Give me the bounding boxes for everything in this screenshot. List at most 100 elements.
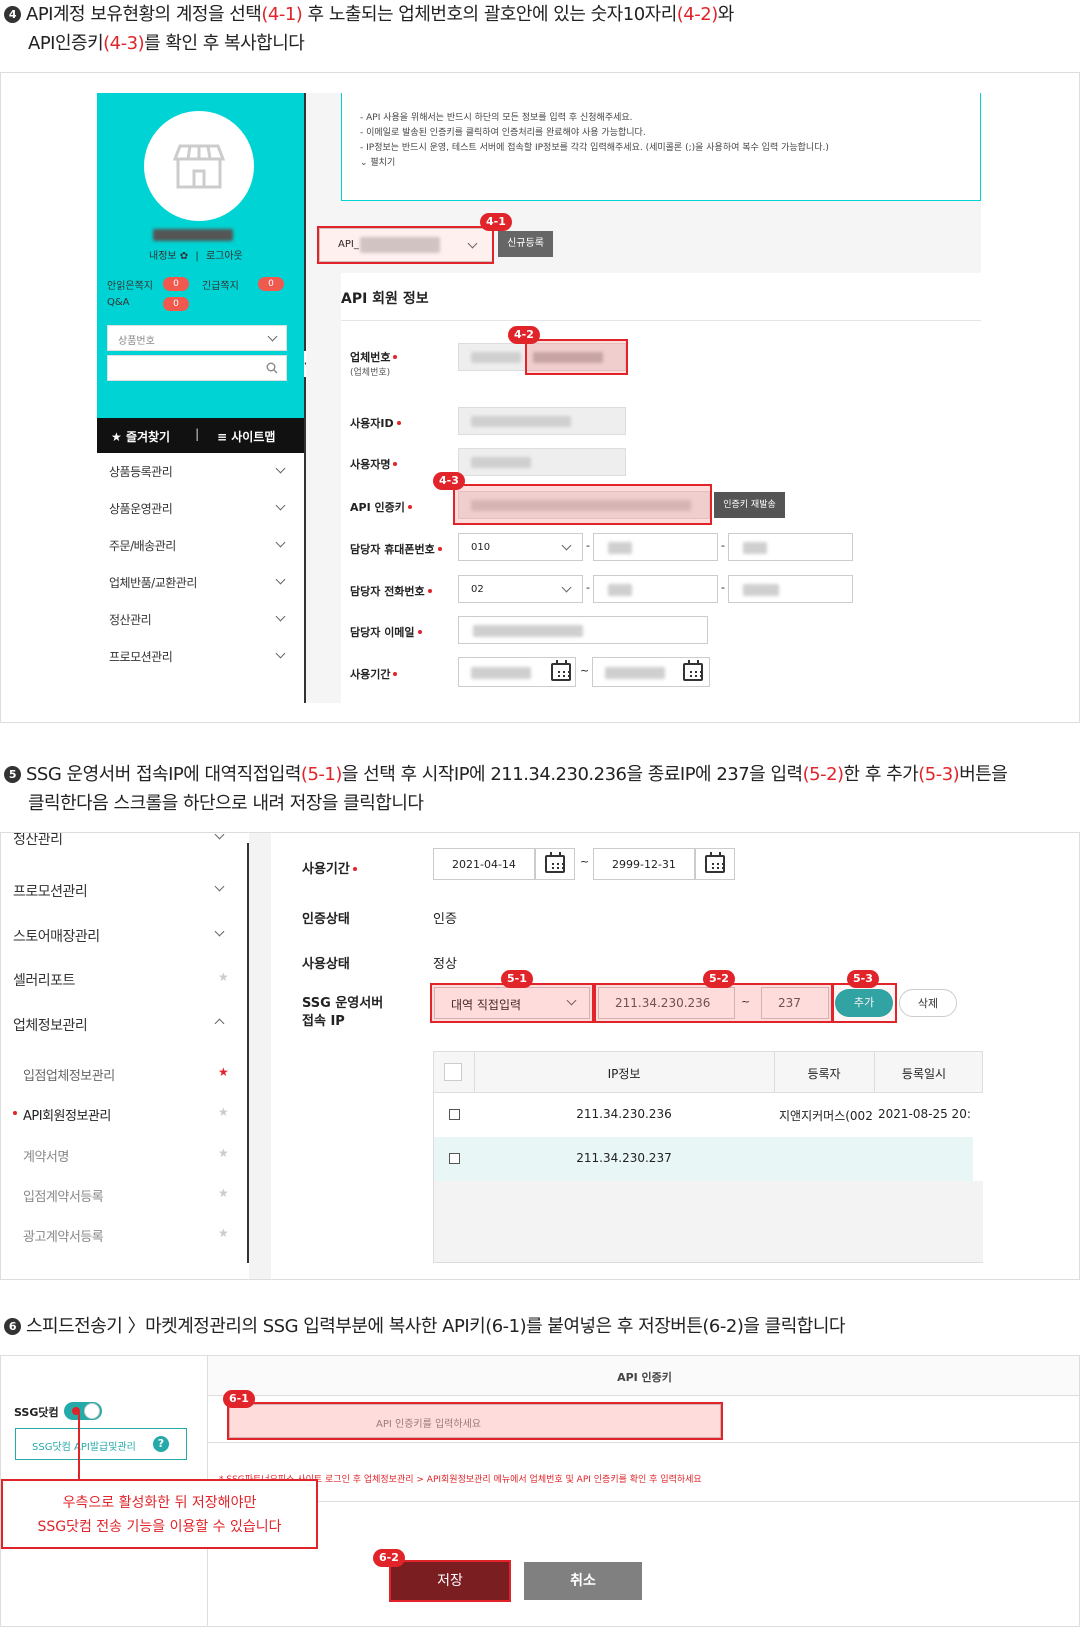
qna-link[interactable]: Q&A (107, 297, 130, 308)
phone-last-field[interactable] (728, 575, 853, 603)
end-date-field[interactable]: 2999-12-31 (593, 848, 695, 880)
delete-ip-button[interactable]: 삭제 (899, 989, 957, 1017)
logout-link[interactable]: 로그아웃 (206, 251, 243, 262)
submenu-item[interactable]: 입점업체정보관리 (23, 1065, 115, 1084)
star-icon[interactable]: ★ (218, 1065, 229, 1079)
store-icon (172, 144, 226, 189)
star-icon[interactable]: ★ (218, 1105, 229, 1119)
ssg-toggle[interactable] (64, 1402, 102, 1420)
mobile-prefix-select[interactable]: 010 (458, 533, 583, 561)
sitemap-link[interactable]: ≡ 사이트맵 (217, 428, 275, 445)
chevron-down-icon (214, 926, 225, 937)
ip-table-header: IP정보 등록자 등록일시 (433, 1051, 983, 1093)
mobile-label: 담당자 휴대폰번호 (350, 541, 442, 557)
menu-item[interactable]: 주문/배송관리 (109, 537, 176, 554)
new-register-button[interactable]: 신규등록 (498, 231, 553, 257)
highlight-6-1 (227, 1402, 723, 1440)
chevron-down-icon (275, 500, 286, 511)
info-box: - API 사용을 위해서는 반드시 하단의 모든 정보를 입력 후 신청해주세… (341, 93, 981, 201)
favorites-link[interactable]: ★ 즐겨찾기 (111, 428, 170, 445)
menu-item[interactable]: 상품등록관리 (109, 463, 173, 480)
start-date-field[interactable]: 2021-04-14 (433, 848, 535, 880)
step-number-badge: 6 (4, 1318, 21, 1335)
star-icon[interactable]: ★ (218, 1226, 229, 1240)
ssg-api-manage-button[interactable]: SSG닷컴 API발급및관리 ? (15, 1428, 187, 1460)
auth-status-label: 인증상태 (302, 912, 350, 927)
tag-5-2: 5-2 (703, 970, 735, 988)
menu-item[interactable]: 프로모션관리 (109, 648, 173, 665)
highlight-5-1 (430, 983, 594, 1023)
menu-item[interactable]: 스토어매장관리 (13, 926, 100, 946)
step5-instruction: 5 SSG 운영서버 접속IP에 대역직접입력(5-1)을 선택 후 시작IP에 … (4, 760, 1008, 818)
tag-4-3: 4-3 (433, 472, 465, 490)
menu-item[interactable]: 정산관리 (13, 833, 63, 849)
myinfo-link[interactable]: 내정보 (149, 251, 177, 262)
tag-6-2: 6-2 (373, 1549, 405, 1567)
api-key-label: API 인증키 (350, 499, 412, 515)
select-all-checkbox[interactable] (444, 1063, 462, 1081)
screenshot-market-account: SSG닷컴 SSG닷컴 API발급및관리 ? API 인증키 API 인증키를 … (0, 1355, 1080, 1627)
chevron-down-icon (275, 537, 286, 548)
fold-toggle[interactable]: ⌄ 펼치기 (360, 156, 829, 171)
reissue-key-button[interactable]: 인증키 재발송 (714, 492, 785, 518)
chevron-down-icon (275, 463, 286, 474)
menu-item[interactable]: 상품운영관리 (109, 500, 173, 517)
menu-item[interactable]: 업체정보관리 (13, 1015, 88, 1035)
mobile-last-field[interactable] (728, 533, 853, 561)
mobile-middle-field[interactable] (593, 533, 718, 561)
menu-item[interactable]: 업체반품/교환관리 (109, 574, 197, 591)
chevron-down-icon (275, 611, 286, 622)
tag-4-2: 4-2 (508, 326, 540, 344)
highlight-4-2 (525, 339, 628, 375)
profile-links: 내정보 ✿ | 로그아웃 (149, 251, 243, 262)
phone-middle-field[interactable] (593, 575, 718, 603)
user-id-field[interactable] (458, 407, 626, 435)
email-field[interactable] (458, 616, 708, 644)
star-icon[interactable]: ★ (218, 970, 229, 984)
sidebar-profile-panel: 내정보 ✿ | 로그아웃 안읽은쪽지 0 긴급쪽지 0 Q&A 0 상품번호 (97, 93, 306, 418)
company-no-sublabel: (업체번호) (350, 368, 391, 378)
step4-instruction: 4 API계정 보유현황의 계정을 선택(4-1) 후 노출되는 업체번호의 괄호… (4, 0, 734, 58)
section-title: API 회원 정보 (341, 291, 429, 307)
submenu-item[interactable]: 입점계약서등록 (23, 1186, 104, 1205)
auth-status-value: 인증 (433, 912, 457, 927)
star-icon[interactable]: ★ (218, 1186, 229, 1200)
cancel-button[interactable]: 취소 (524, 1562, 642, 1600)
user-name-label: 사용자명 (350, 456, 397, 472)
qna-count-badge: 0 (163, 297, 189, 311)
product-search-input[interactable] (107, 355, 287, 381)
search-icon (266, 362, 278, 374)
submenu-item[interactable]: 계약서명 (23, 1146, 69, 1165)
unread-notes[interactable]: 안읽은쪽지 (107, 277, 153, 292)
star-icon[interactable]: ★ (218, 1146, 229, 1160)
urgent-notes[interactable]: 긴급쪽지 (202, 277, 239, 292)
row-checkbox[interactable] (449, 1153, 460, 1164)
calendar-icon[interactable] (551, 660, 571, 681)
unread-count-badge: 0 (163, 277, 189, 291)
help-icon[interactable]: ? (153, 1436, 169, 1452)
product-search-select[interactable]: 상품번호 (107, 325, 287, 351)
menu-item[interactable]: 프로모션관리 (13, 881, 88, 901)
table-row[interactable]: 211.34.230.236 지앤지커머스(002 2021-08-25 20: (433, 1093, 983, 1137)
urgent-count-badge: 0 (258, 277, 284, 291)
phone-label: 담당자 전화번호 (350, 583, 432, 599)
tag-4-1: 4-1 (480, 213, 512, 231)
calendar-icon[interactable] (683, 660, 703, 681)
screenshot-api-member-info: 내정보 ✿ | 로그아웃 안읽은쪽지 0 긴급쪽지 0 Q&A 0 상품번호 ★… (0, 72, 1080, 723)
user-name-field[interactable] (458, 448, 626, 476)
store-avatar (144, 111, 254, 221)
start-date-calendar-button[interactable] (535, 848, 575, 880)
menu-item[interactable]: 셀러리포트 (13, 970, 75, 990)
use-status-label: 사용상태 (302, 957, 350, 972)
table-row[interactable]: 211.34.230.237 (433, 1137, 973, 1181)
highlight-5-3 (832, 983, 897, 1023)
chevron-down-icon (214, 881, 225, 892)
row-checkbox[interactable] (449, 1109, 460, 1120)
ssg-label: SSG닷컴 (14, 1406, 59, 1419)
submenu-item-api-member[interactable]: API회원정보관리 (23, 1105, 111, 1124)
menu-item[interactable]: 정산관리 (109, 611, 152, 628)
end-date-calendar-button[interactable] (695, 848, 735, 880)
submenu-item[interactable]: 광고계약서등록 (23, 1226, 104, 1245)
phone-prefix-select[interactable]: 02 (458, 575, 583, 603)
chevron-down-icon (275, 648, 286, 659)
